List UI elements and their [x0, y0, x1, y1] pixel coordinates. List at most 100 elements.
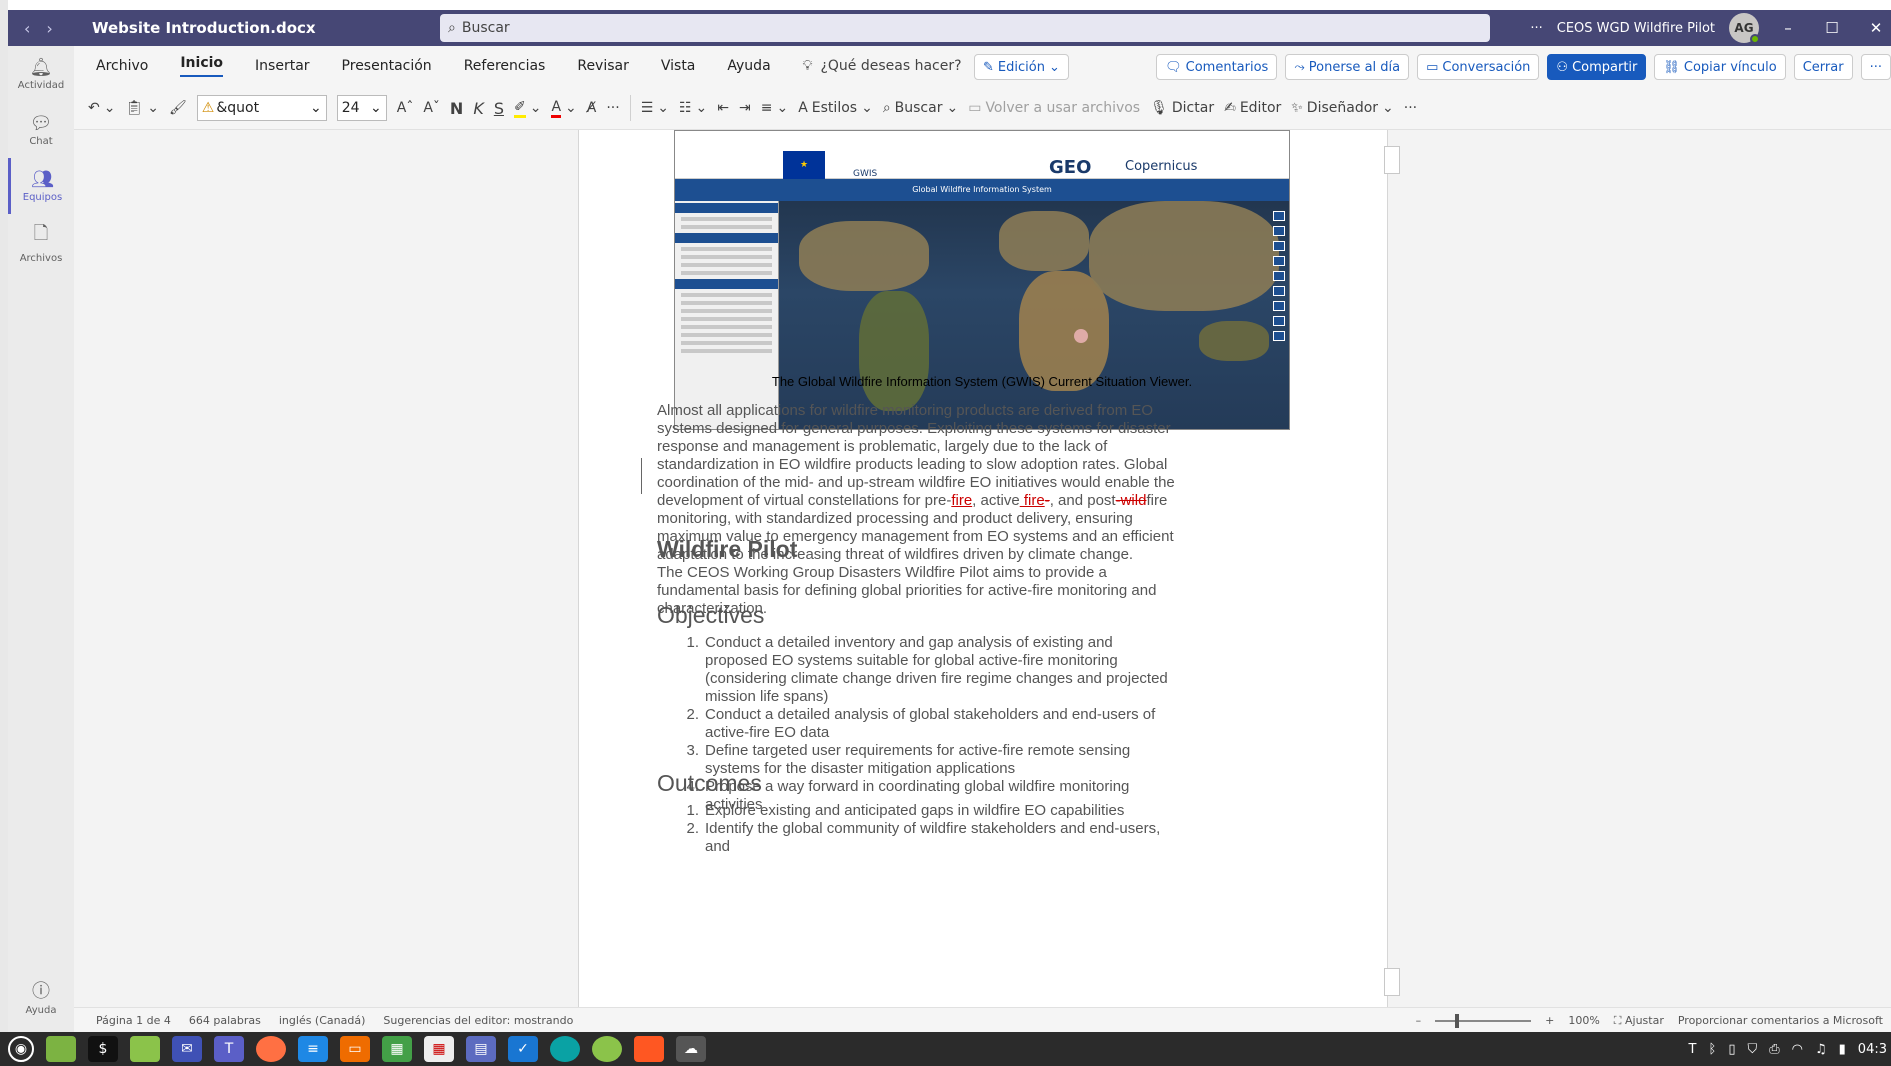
editor-button[interactable]: ✍︎ Editor: [1224, 100, 1281, 116]
list-item[interactable]: 2. Conduct a detailed analysis of global …: [657, 706, 1177, 742]
styles-button[interactable]: A Estilos ⌄: [798, 100, 873, 116]
reuse-files-button[interactable]: ▭ Volver a usar archivos: [968, 100, 1140, 116]
font-name-dropdown[interactable]: ⚠ &quot ⌄: [196, 95, 327, 121]
list-item[interactable]: 2. Identify the global community of wildf…: [657, 820, 1177, 856]
edge-dev-icon[interactable]: [550, 1036, 580, 1062]
zoom-level[interactable]: 100%: [1568, 1014, 1599, 1027]
clock[interactable]: 04:3: [1858, 1042, 1887, 1057]
start-menu-icon[interactable]: ◉: [8, 1036, 34, 1062]
folder-icon[interactable]: [130, 1036, 160, 1062]
zoom-in-button[interactable]: +: [1545, 1014, 1554, 1027]
clear-format-button[interactable]: A̸: [587, 100, 597, 116]
list-item[interactable]: 1. Explore existing and anticipated gaps …: [657, 802, 1177, 820]
align-button[interactable]: ≡ ⌄: [761, 100, 788, 116]
bullets-button[interactable]: ☰ ⌄: [641, 100, 669, 116]
tab-ayuda[interactable]: Ayuda: [727, 58, 770, 74]
rail-item-equipos[interactable]: 👥︎ Equipos: [8, 158, 74, 214]
catch-up-button[interactable]: ⤳ Ponerse al día: [1285, 54, 1410, 80]
notes-icon[interactable]: ▤: [466, 1036, 496, 1062]
copy-link-button[interactable]: ⛓︎ Copiar vínculo: [1654, 54, 1786, 80]
close-document-button[interactable]: Cerrar: [1793, 54, 1853, 80]
decrease-indent-button[interactable]: ⇤: [717, 100, 729, 116]
minimize-button[interactable]: –: [1773, 19, 1803, 37]
editor-suggestions-status[interactable]: Sugerencias del editor: mostrando: [383, 1014, 573, 1027]
more-ribbon-button[interactable]: ···: [1860, 54, 1891, 80]
shrink-font-button[interactable]: Aˇ: [423, 100, 440, 116]
battery-icon[interactable]: ▮: [1839, 1042, 1846, 1057]
terminal-icon[interactable]: $: [88, 1036, 118, 1062]
tasks-icon[interactable]: ✓: [508, 1036, 538, 1062]
italic-button[interactable]: K: [473, 99, 484, 118]
highlight-button[interactable]: ✐ ⌄: [513, 99, 541, 118]
tab-presentacion[interactable]: Presentación: [342, 58, 432, 74]
zoom-slider[interactable]: [1435, 1013, 1532, 1028]
close-window-button[interactable]: ✕: [1861, 19, 1891, 37]
tab-archivo[interactable]: Archivo: [96, 58, 148, 74]
tab-vista[interactable]: Vista: [661, 58, 696, 74]
format-painter-button[interactable]: 🖌︎: [169, 100, 187, 116]
rail-item-archivos[interactable]: 🗋 Archivos: [8, 214, 74, 270]
language-status[interactable]: inglés (Canadá): [279, 1014, 366, 1027]
rail-item-ayuda[interactable]: ⓘ Ayuda: [8, 968, 74, 1024]
feedback-link[interactable]: Proporcionar comentarios a Microsoft: [1678, 1014, 1883, 1027]
rail-item-chat[interactable]: 💬︎ Chat: [8, 102, 74, 158]
undo-button[interactable]: ↶ ⌄: [88, 100, 115, 116]
rail-item-actividad[interactable]: 🔔︎ Actividad: [8, 46, 74, 102]
cloud-app-icon[interactable]: ☁: [676, 1036, 706, 1062]
underline-button[interactable]: S: [494, 99, 504, 118]
more-options-button[interactable]: ···: [1530, 21, 1542, 36]
editing-mode-dropdown[interactable]: ✎ Edición ⌄: [974, 54, 1069, 80]
document-canvas[interactable]: ★ GWIS GEO Copernicus Global Wildfire In…: [74, 130, 1891, 1007]
dictate-button[interactable]: 🎙︎ Dictar: [1150, 100, 1214, 116]
find-button[interactable]: ⌕ Buscar ⌄: [883, 100, 958, 116]
teams-tray-icon[interactable]: T: [1689, 1042, 1697, 1057]
team-name[interactable]: CEOS WGD Wildfire Pilot: [1557, 21, 1715, 36]
tab-insertar[interactable]: Insertar: [255, 58, 310, 74]
list-item[interactable]: 1. Conduct a detailed inventory and gap a…: [657, 634, 1177, 706]
impress-icon[interactable]: ▭: [340, 1036, 370, 1062]
paste-button[interactable]: 📋︎ ⌄: [125, 100, 159, 116]
grow-font-button[interactable]: Aˆ: [397, 100, 414, 116]
word-count[interactable]: 664 palabras: [189, 1014, 261, 1027]
zoom-slider-thumb[interactable]: [1455, 1013, 1460, 1028]
document-page[interactable]: ★ GWIS GEO Copernicus Global Wildfire In…: [578, 130, 1388, 1007]
comment-marker[interactable]: [1384, 146, 1400, 174]
brave-icon[interactable]: [634, 1036, 664, 1062]
tab-referencias[interactable]: Referencias: [464, 58, 546, 74]
share-button[interactable]: ⚇ Compartir: [1547, 54, 1647, 80]
maximize-button[interactable]: ☐: [1817, 19, 1847, 37]
designer-button[interactable]: ✨︎ Diseñador ⌄: [1291, 100, 1394, 116]
bold-button[interactable]: N: [450, 99, 463, 118]
firefox-icon[interactable]: [256, 1036, 286, 1062]
zoom-out-button[interactable]: –: [1416, 1014, 1422, 1027]
printer-icon[interactable]: ⎙: [1769, 1042, 1779, 1057]
calc-icon[interactable]: ▦: [382, 1036, 412, 1062]
increase-indent-button[interactable]: ⇥: [739, 100, 751, 116]
font-size-dropdown[interactable]: 24 ⌄: [336, 95, 387, 121]
mail-icon[interactable]: ✉: [172, 1036, 202, 1062]
more-toolbar-button[interactable]: ···: [1404, 100, 1417, 116]
qgis-icon[interactable]: [592, 1036, 622, 1062]
calendar-icon[interactable]: ▦: [424, 1036, 454, 1062]
wifi-icon[interactable]: ◠: [1792, 1042, 1803, 1057]
bluetooth-icon[interactable]: ᛒ: [1709, 1042, 1717, 1057]
more-font-button[interactable]: ···: [606, 100, 619, 116]
comment-marker[interactable]: [1384, 968, 1400, 996]
page-count[interactable]: Página 1 de 4: [96, 1014, 171, 1027]
comments-button[interactable]: 🗨︎ Comentarios: [1156, 54, 1278, 80]
tab-inicio[interactable]: Inicio: [180, 55, 224, 77]
writer-icon[interactable]: ≡: [298, 1036, 328, 1062]
numbering-button[interactable]: ☷ ⌄: [679, 100, 707, 116]
fit-button[interactable]: ⛶ Ajustar: [1614, 1014, 1664, 1028]
clipboard-tray-icon[interactable]: ▯: [1728, 1042, 1735, 1057]
avatar[interactable]: AG: [1729, 13, 1760, 44]
teams-app-icon[interactable]: T: [214, 1036, 244, 1062]
files-app-icon[interactable]: [46, 1036, 76, 1062]
search-input[interactable]: ⌕ Buscar: [440, 14, 1490, 42]
forward-arrow-icon[interactable]: ›: [46, 19, 52, 38]
music-icon[interactable]: ♫: [1815, 1042, 1827, 1057]
tab-revisar[interactable]: Revisar: [577, 58, 629, 74]
shield-icon[interactable]: ⛉: [1747, 1042, 1757, 1057]
tell-me-input[interactable]: ¿Qué deseas hacer?: [820, 58, 961, 74]
conversation-button[interactable]: ▭ Conversación: [1417, 54, 1540, 80]
